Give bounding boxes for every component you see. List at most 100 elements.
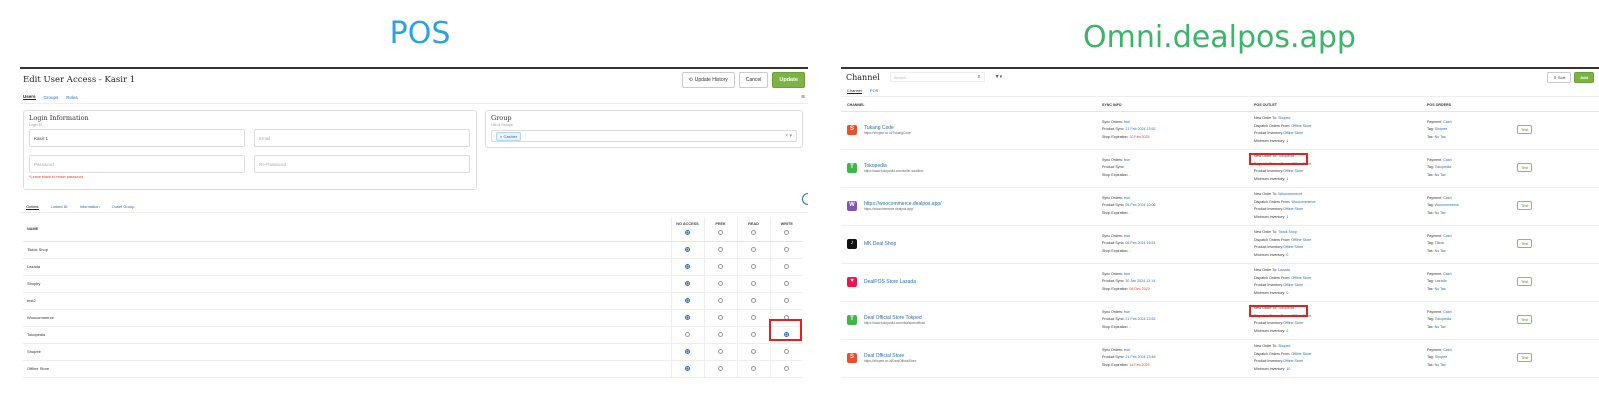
sort-button[interactable]: ⇕ Sort [1547,71,1572,83]
new-order-to-label: New Order To: [1254,268,1278,272]
channel-name[interactable]: https://woocommerce.dealpos.app/ [864,201,942,207]
menu-icon[interactable]: ≡ [801,94,805,101]
permission-radio[interactable] [751,247,756,253]
permission-radio[interactable] [784,366,790,372]
product-sync-label: Product Sync: [1102,355,1125,360]
group-select[interactable]: × Cashier × ▾ [491,130,797,142]
header-radio-peek[interactable] [718,230,723,236]
filter-icon[interactable]: ▼▾ [995,74,1002,80]
product-inventory-value[interactable]: Offline Store [1283,321,1303,325]
permission-radio[interactable] [784,247,790,253]
permission-radio[interactable] [685,264,690,270]
product-inventory-value[interactable]: Offline Store [1283,207,1303,211]
permission-radio[interactable] [685,349,690,355]
permission-radio[interactable] [685,366,690,372]
test-button[interactable]: Test [1517,162,1533,172]
header-radio-read[interactable] [751,230,756,236]
outlet-name: Tokopedia [23,326,671,344]
tab-outlets[interactable]: Outlets [26,204,39,210]
channel-cell: S Deal Official Store https://shopee.co.… [841,339,1096,378]
permission-radio[interactable] [751,332,756,338]
permission-radio[interactable] [784,264,790,270]
permission-radio[interactable] [751,315,756,321]
permission-radio[interactable] [784,349,790,355]
permission-radio[interactable] [685,332,690,338]
clear-icon[interactable]: × [785,133,788,139]
update-history-button[interactable]: ⟲ Update History [681,72,735,88]
permission-radio[interactable] [718,281,723,287]
permission-radio[interactable] [784,298,790,304]
permission-radio[interactable] [751,281,756,287]
permission-radio[interactable] [718,366,723,372]
header-radio-write[interactable] [784,230,790,236]
product-inventory-value[interactable]: Offline Store [1283,359,1303,363]
caret-icon[interactable]: ▾ [789,133,792,139]
permission-radio[interactable] [685,315,690,321]
search-icon[interactable]: ⌕ [977,74,980,81]
dispatch-from-value[interactable]: Offline Store [1291,238,1311,242]
test-button[interactable]: Test [1517,352,1533,362]
new-order-to-value[interactable]: Tiktok Shop [1278,230,1297,234]
permission-radio[interactable] [718,298,723,304]
channel-name[interactable]: DealPOS Store Lazada [864,279,916,285]
new-order-to-value[interactable]: Shopee [1278,344,1290,348]
tab-outlet-group[interactable]: Outlet Group [112,204,135,209]
tab-channel[interactable]: Channel [847,88,862,94]
test-button[interactable]: Test [1517,124,1533,134]
dispatch-from-value[interactable]: Offline Store [1291,276,1311,280]
channel-name[interactable]: Deal Official Store Tokped [864,315,925,321]
help-icon[interactable] [802,193,808,205]
add-button[interactable]: Add [1574,71,1594,83]
tag-label: Tag: [1427,127,1434,132]
permission-radio[interactable] [751,366,756,372]
product-inventory-value[interactable]: Offline Store [1283,169,1303,173]
permission-radio[interactable] [718,332,723,338]
test-button[interactable]: Test [1517,200,1533,210]
permission-radio[interactable] [718,349,723,355]
test-button[interactable]: Test [1517,276,1533,286]
new-order-to-value[interactable]: Woocommerce [1278,192,1302,196]
test-button[interactable]: Test [1517,238,1533,248]
product-inventory-value[interactable]: Offline Store [1283,245,1303,249]
new-order-to-value[interactable]: Lazada [1278,268,1290,272]
tokopedia-icon: T [847,315,857,325]
tab-pos[interactable]: POS [870,88,878,93]
tag-label: Tag: [1427,317,1434,322]
page-title: Edit User Access - Kasir 1 [23,75,136,85]
sync-orders-label: Sync Orders: [1102,157,1123,162]
repassword-field[interactable]: Re-Password [254,155,470,173]
clear-caret-icon[interactable]: × ▾ [785,133,792,139]
product-inventory-value[interactable]: Offline Store [1283,131,1303,135]
permission-radio[interactable] [685,247,690,253]
permission-radio[interactable] [685,298,690,304]
dispatch-from-value[interactable]: Woocommerce [1291,200,1315,204]
group-chip-cashier[interactable]: × Cashier [496,131,522,141]
permission-radio[interactable] [718,264,723,270]
channel-name[interactable]: MK Deal Shop [864,241,896,247]
dispatch-from-value[interactable]: Offline Store [1291,124,1311,128]
new-order-to-value[interactable]: Shopee [1278,116,1290,120]
cancel-button[interactable]: Cancel [738,72,769,88]
product-inventory-value[interactable]: Offline Store [1283,283,1303,287]
sync-info-cell: Sync Orders: true Product Sync: 30 Jan 2… [1096,263,1248,302]
permission-radio[interactable] [751,349,756,355]
permission-radio[interactable] [751,264,756,270]
tab-roles[interactable]: Roles [66,95,78,100]
tab-groups[interactable]: Groups [44,95,59,100]
header-radio-no-access[interactable] [685,230,690,236]
permission-radio[interactable] [685,281,690,287]
permission-radio[interactable] [784,281,790,287]
tab-linked-id[interactable]: Linked ID [51,204,68,209]
test-button[interactable]: Test [1517,314,1533,324]
search-input[interactable]: Search... ⌕ [889,72,985,82]
tab-users[interactable]: Users [23,94,36,100]
tab-information[interactable]: Information [80,204,100,209]
email-field[interactable]: Email [254,129,470,147]
login-id-field[interactable]: Kasir 1 [29,129,245,147]
permission-radio[interactable] [718,315,723,321]
update-button[interactable]: Update [772,72,805,88]
permission-radio[interactable] [751,298,756,304]
permission-radio[interactable] [718,247,723,253]
dispatch-from-value[interactable]: Offline Store [1291,352,1311,356]
password-field[interactable]: Password [29,155,245,173]
